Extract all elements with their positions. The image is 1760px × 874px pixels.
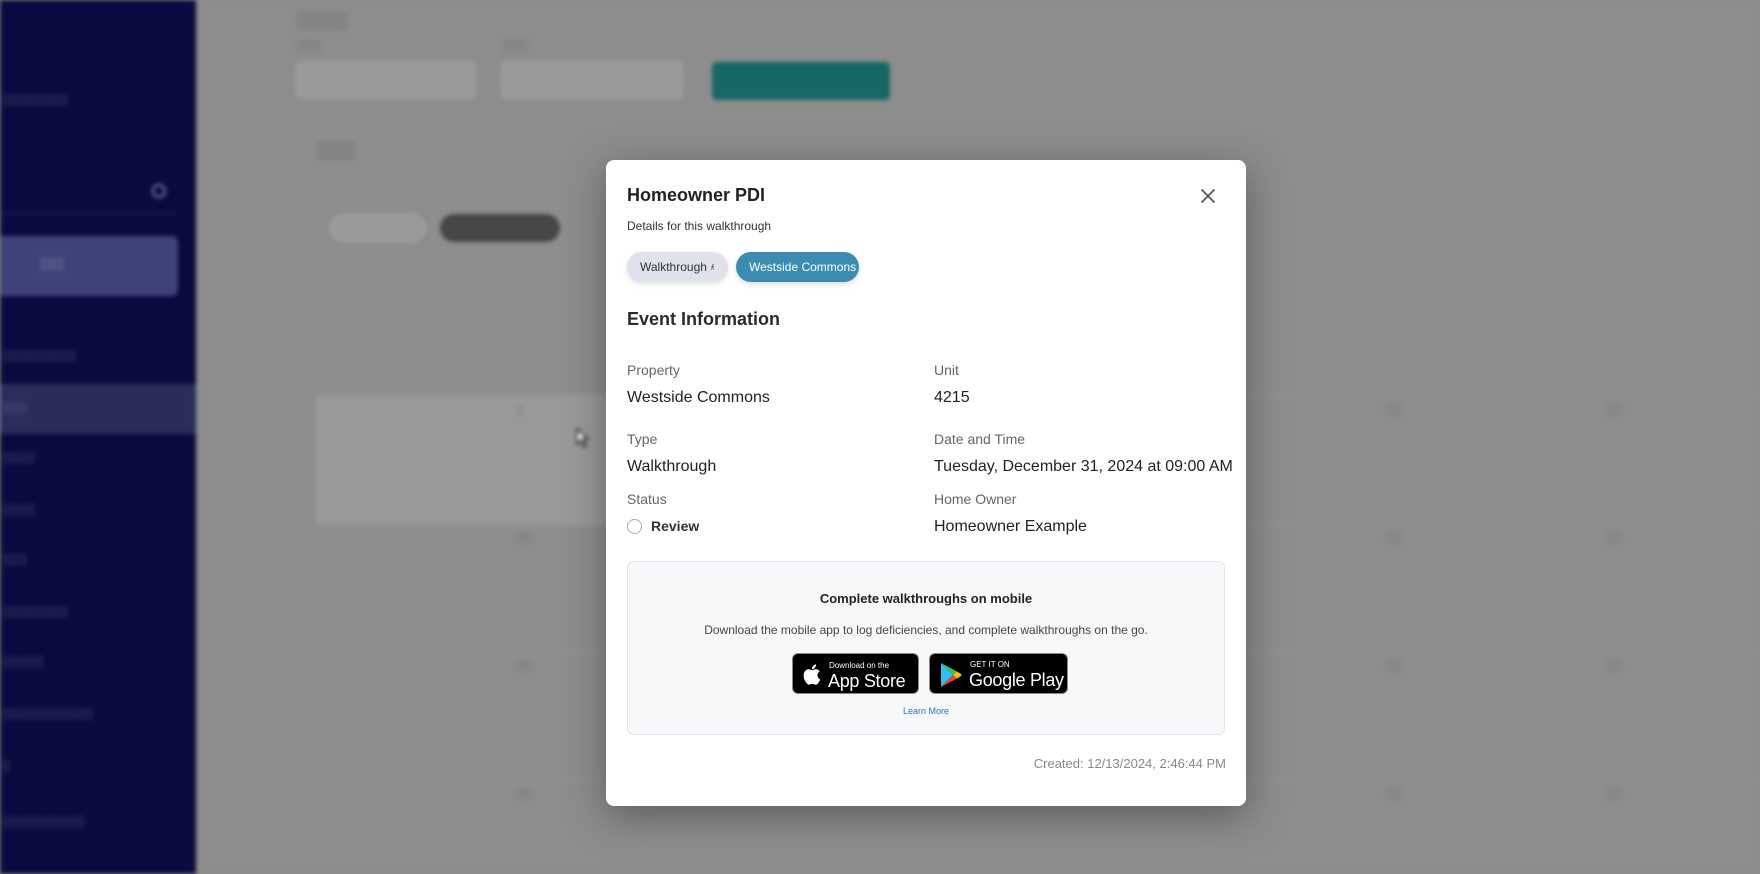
unit-label: Unit	[934, 362, 959, 378]
home-owner-value: Homeowner Example	[934, 518, 1087, 535]
status-value: Review	[651, 518, 700, 534]
close-button[interactable]	[1194, 182, 1222, 210]
mouse-cursor-icon	[576, 428, 590, 448]
status-radio[interactable]: Review	[627, 518, 699, 534]
unit-value: 4215	[934, 389, 970, 406]
created-timestamp: Created: 12/13/2024, 2:46:44 PM	[1033, 756, 1226, 771]
app-store-small-text: Download on the	[829, 661, 890, 670]
apple-icon	[803, 664, 821, 685]
google-play-small-text: GET IT ON	[970, 660, 1010, 669]
property-label: Property	[627, 362, 680, 378]
property-value: Westside Commons	[627, 389, 770, 406]
property-chip[interactable]: Westside Commons	[736, 252, 859, 282]
mobile-app-promo: Complete walkthroughs on mobile Download…	[627, 561, 1225, 735]
section-title: Event Information	[627, 309, 781, 329]
sidebar: ░░░░░░░░ ░░░ ░░░░░░░░░ ░░░ ░░░░ ░░░░ ░░░…	[0, 0, 196, 874]
google-play-button[interactable]: GET IT ON Google Play	[929, 653, 1068, 694]
home-owner-label: Home Owner	[934, 491, 1017, 507]
learn-more-link[interactable]: Learn More	[628, 706, 1224, 716]
close-icon	[1201, 189, 1215, 203]
type-chip-label: Walkthrough	[640, 260, 707, 274]
sidebar-primary-button: ░░░	[0, 236, 178, 296]
promo-title: Complete walkthroughs on mobile	[819, 591, 1033, 606]
app-store-button[interactable]: Download on the App Store	[792, 653, 919, 694]
walking-person-icon	[710, 264, 714, 270]
type-value: Walkthrough	[627, 458, 717, 475]
event-details-modal: Homeowner PDI Details for this walkthrou…	[606, 160, 1246, 806]
sidebar-search	[0, 170, 176, 214]
type-chip[interactable]: Walkthrough	[627, 252, 728, 282]
google-play-icon	[941, 663, 962, 687]
status-radio-circle[interactable]	[627, 518, 642, 534]
app-store-big-text: App Store	[828, 671, 906, 691]
type-label: Type	[627, 431, 658, 447]
promo-description: Download the mobile app to log deficienc…	[704, 623, 1148, 637]
modal-subtitle: Details for this walkthrough	[627, 219, 772, 233]
modal-title: Homeowner PDI	[627, 185, 766, 205]
date-time-value: Tuesday, December 31, 2024 at 09:00 AM	[934, 458, 1233, 475]
sidebar-selected-item	[0, 384, 196, 434]
google-play-big-text: Google Play	[969, 670, 1064, 690]
date-time-label: Date and Time	[934, 431, 1026, 447]
status-label: Status	[627, 491, 667, 507]
